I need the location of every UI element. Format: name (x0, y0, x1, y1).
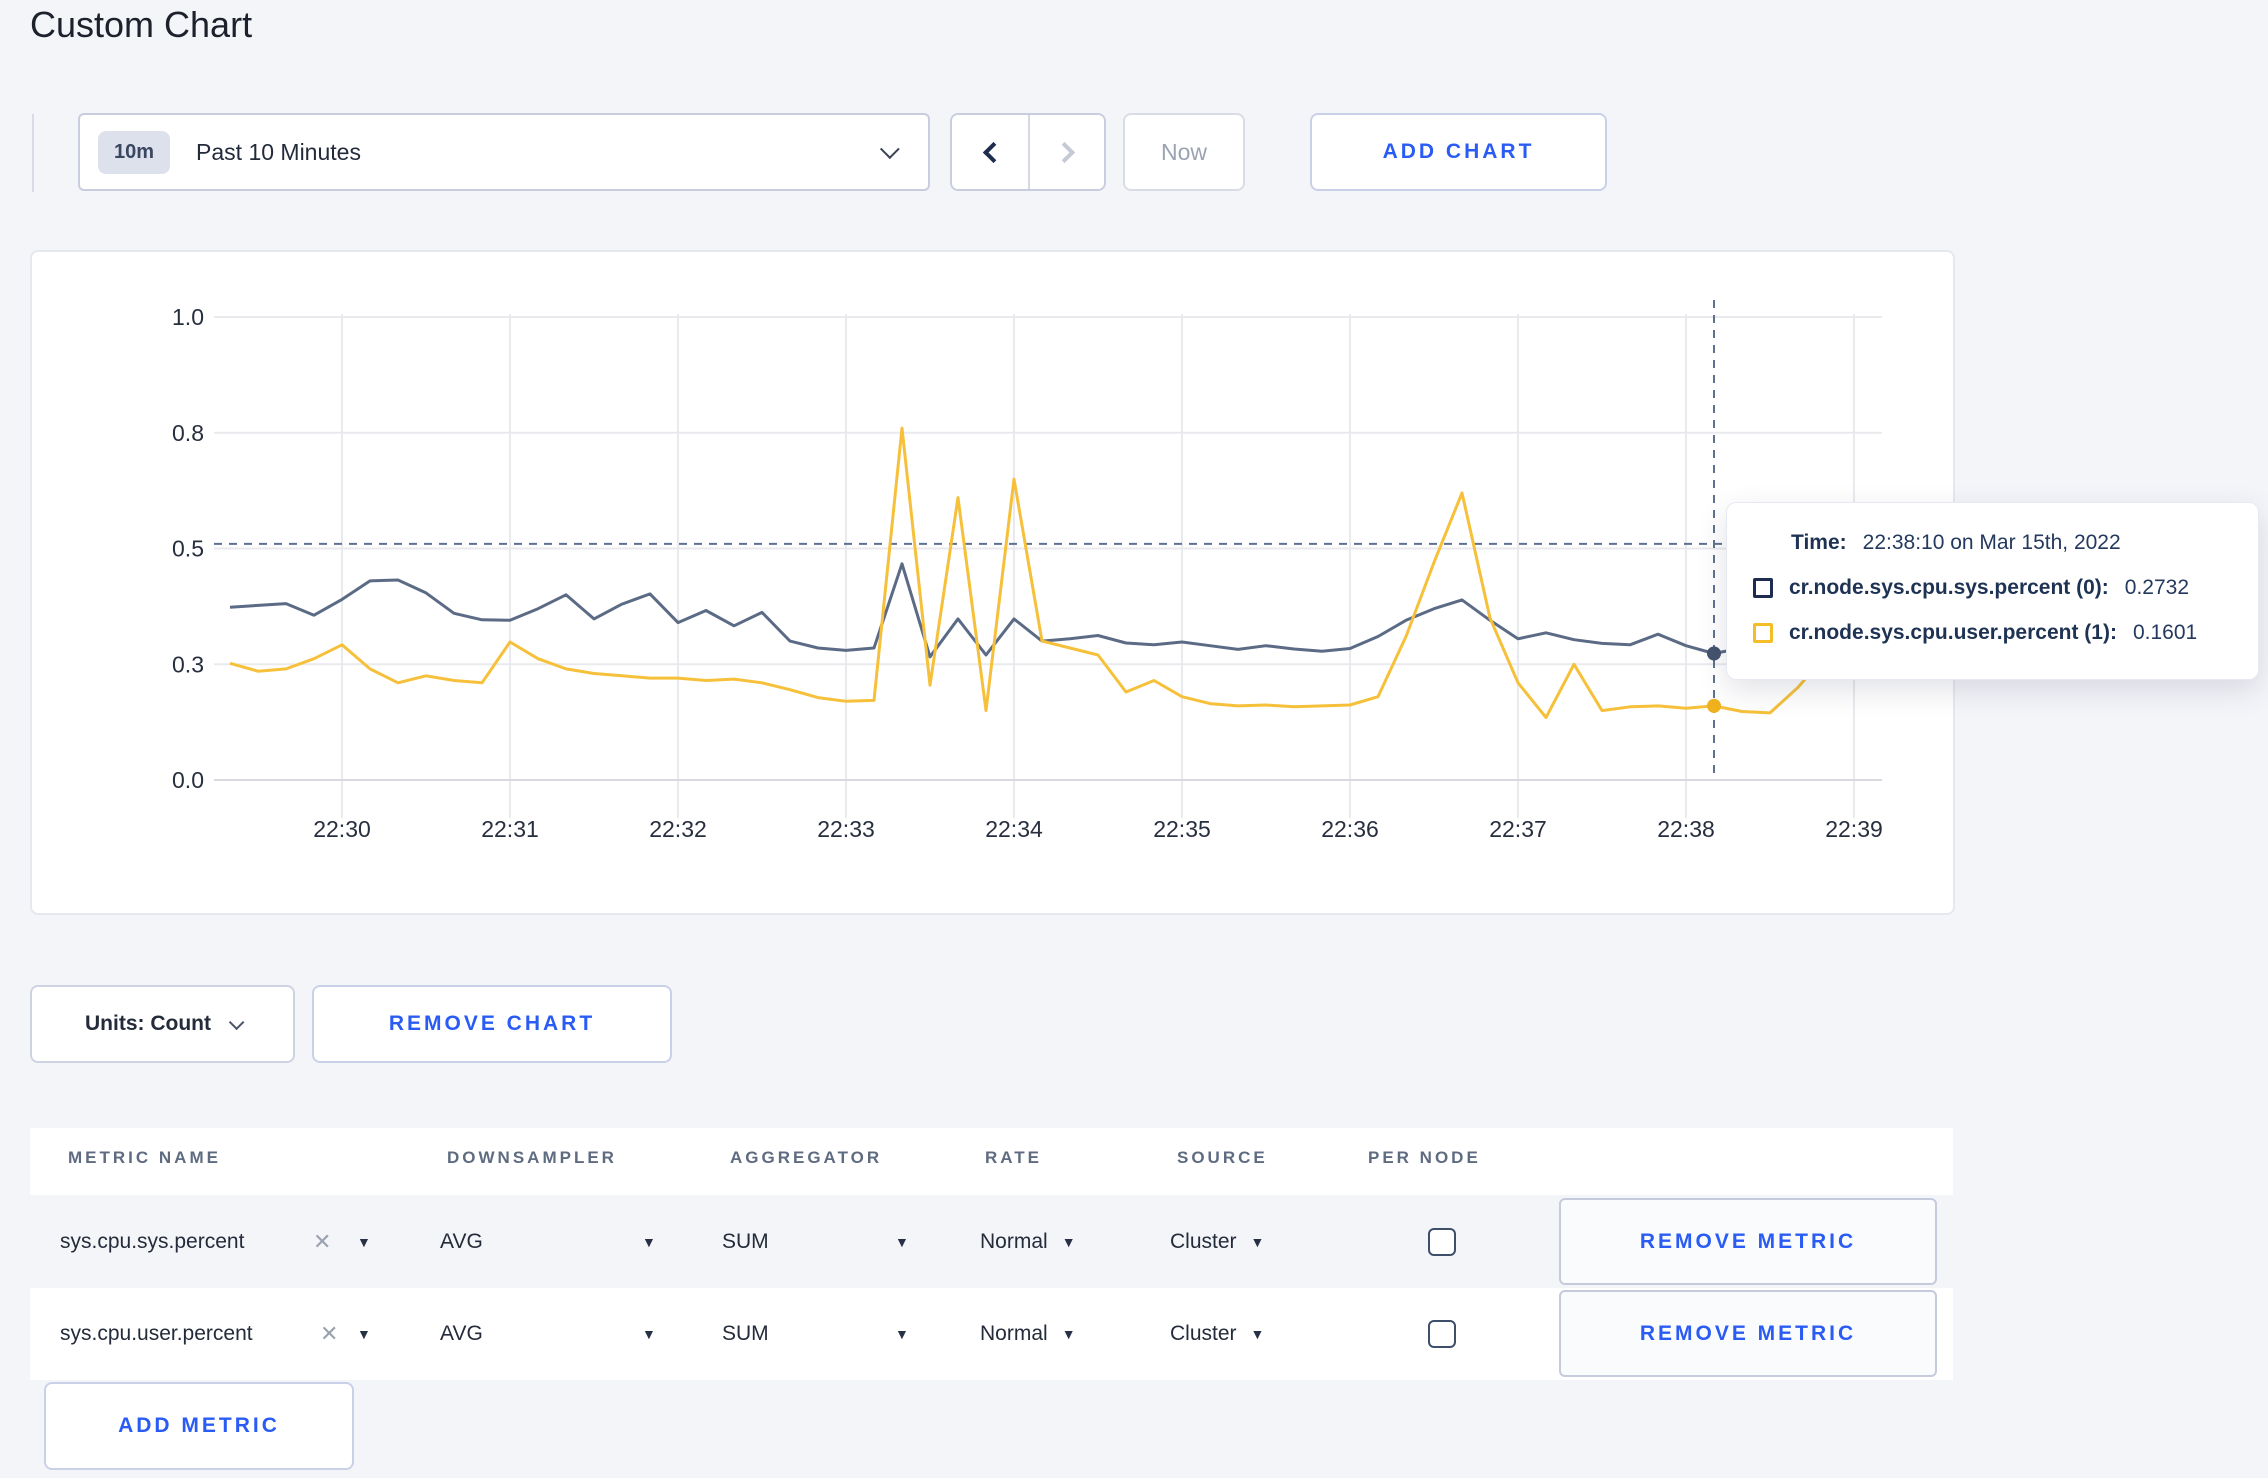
toolbar-divider (32, 114, 34, 192)
time-range-label: Past 10 Minutes (196, 138, 361, 165)
metric-name-dropdown[interactable]: sys.cpu.sys.percent (60, 1230, 244, 1254)
svg-text:22:31: 22:31 (481, 816, 539, 842)
col-source: SOURCE (1177, 1148, 1268, 1167)
user-series-swatch-icon (1753, 623, 1773, 643)
caret-down-icon[interactable]: ▼ (642, 1326, 656, 1342)
downsampler-dropdown[interactable]: AVG (440, 1230, 483, 1254)
chevron-left-icon (982, 141, 1004, 163)
sys-series-swatch-icon (1753, 578, 1773, 598)
page-title: Custom Chart (30, 4, 253, 45)
caret-down-icon[interactable]: ▼ (357, 1234, 371, 1250)
metrics-table: METRIC NAME DOWNSAMPLER AGGREGATOR RATE … (30, 1128, 1953, 1380)
time-nav-group (950, 113, 1106, 191)
caret-down-icon: ▼ (1061, 1326, 1076, 1342)
svg-text:22:36: 22:36 (1321, 816, 1379, 842)
svg-text:22:30: 22:30 (313, 816, 371, 842)
svg-text:0.0: 0.0 (172, 767, 204, 793)
add-metric-button[interactable]: ADD METRIC (44, 1382, 354, 1470)
tooltip-time-label: Time: (1791, 531, 1847, 554)
metrics-table-header: METRIC NAME DOWNSAMPLER AGGREGATOR RATE … (30, 1128, 1953, 1195)
aggregator-value: SUM (722, 1322, 769, 1345)
svg-text:1.0: 1.0 (172, 304, 204, 330)
svg-text:0.8: 0.8 (172, 420, 204, 446)
time-range-dropdown[interactable]: 10m Past 10 Minutes (78, 113, 930, 191)
prev-time-button[interactable] (952, 115, 1028, 189)
remove-metric-button[interactable]: REMOVE METRIC (1559, 1290, 1937, 1377)
svg-text:0.3: 0.3 (172, 651, 204, 677)
col-metric-name: METRIC NAME (68, 1148, 221, 1167)
remove-chart-button[interactable]: REMOVE CHART (312, 985, 672, 1063)
add-chart-button[interactable]: ADD CHART (1310, 113, 1607, 191)
tooltip-series-name: cr.node.sys.cpu.sys.percent (0): (1789, 576, 2109, 599)
col-downsampler: DOWNSAMPLER (447, 1148, 617, 1167)
metric-row: sys.cpu.sys.percent ✕ ▼ AVG ▼ SUM ▼ Norm… (30, 1195, 1953, 1288)
remove-metric-button[interactable]: REMOVE METRIC (1559, 1198, 1937, 1285)
rate-value: Normal (980, 1322, 1048, 1345)
time-range-badge: 10m (98, 130, 171, 174)
chart-card: 22:30 22:31 22:32 22:33 22:34 22:35 22:36 22:37… (30, 250, 1955, 915)
aggregator-dropdown[interactable]: SUM (722, 1230, 769, 1254)
clear-metric-icon[interactable]: ✕ (320, 1321, 338, 1347)
downsampler-value: AVG (440, 1229, 483, 1253)
col-per-node: PER NODE (1368, 1148, 1481, 1167)
per-node-checkbox[interactable] (1428, 1227, 1456, 1256)
source-dropdown[interactable]: Cluster ▼ (1170, 1322, 1264, 1346)
svg-text:22:33: 22:33 (817, 816, 875, 842)
caret-down-icon[interactable]: ▼ (642, 1234, 656, 1250)
chevron-right-icon (1053, 141, 1075, 163)
chevron-down-icon (879, 139, 900, 160)
metric-name: sys.cpu.user.percent (60, 1322, 253, 1345)
caret-down-icon: ▼ (1250, 1233, 1265, 1250)
col-rate: RATE (985, 1148, 1043, 1167)
now-button[interactable]: Now (1123, 113, 1245, 191)
svg-text:22:35: 22:35 (1153, 816, 1211, 842)
per-node-checkbox[interactable] (1428, 1320, 1456, 1348)
units-label: Units: Count (85, 1012, 211, 1035)
downsampler-value: AVG (440, 1322, 483, 1345)
tooltip-series-value: 0.2732 (2124, 576, 2190, 599)
chart-tooltip: Time: 22:38:10 on Mar 15th, 2022 cr.node… (1726, 502, 2259, 680)
rate-dropdown[interactable]: Normal ▼ (980, 1230, 1076, 1254)
metric-row: sys.cpu.user.percent ✕ ▼ AVG ▼ SUM ▼ Nor… (30, 1288, 1953, 1380)
svg-text:22:38: 22:38 (1657, 816, 1715, 842)
aggregator-dropdown[interactable]: SUM (722, 1322, 769, 1346)
caret-down-icon[interactable]: ▼ (895, 1234, 909, 1250)
metric-name-dropdown[interactable]: sys.cpu.user.percent (60, 1322, 253, 1346)
caret-down-icon[interactable]: ▼ (357, 1326, 371, 1342)
clear-metric-icon[interactable]: ✕ (313, 1229, 331, 1255)
tooltip-series-value: 0.1601 (2132, 621, 2198, 644)
caret-down-icon[interactable]: ▼ (895, 1326, 909, 1342)
svg-text:22:32: 22:32 (649, 816, 707, 842)
svg-text:22:37: 22:37 (1489, 816, 1547, 842)
next-time-button[interactable] (1028, 115, 1104, 189)
units-dropdown[interactable]: Units: Count (30, 985, 295, 1063)
tooltip-series-name: cr.node.sys.cpu.user.percent (1): (1789, 621, 2117, 644)
chevron-down-icon (228, 1014, 245, 1030)
caret-down-icon: ▼ (1061, 1233, 1076, 1250)
source-dropdown[interactable]: Cluster ▼ (1170, 1230, 1264, 1254)
aggregator-value: SUM (722, 1229, 769, 1253)
downsampler-dropdown[interactable]: AVG (440, 1322, 483, 1346)
col-aggregator: AGGREGATOR (730, 1148, 883, 1167)
caret-down-icon: ▼ (1250, 1326, 1265, 1342)
svg-text:22:34: 22:34 (985, 816, 1043, 842)
rate-value: Normal (980, 1229, 1048, 1253)
source-value: Cluster (1170, 1229, 1237, 1253)
rate-dropdown[interactable]: Normal ▼ (980, 1322, 1076, 1346)
metric-name: sys.cpu.sys.percent (60, 1229, 245, 1253)
source-value: Cluster (1170, 1322, 1237, 1345)
svg-text:0.5: 0.5 (172, 536, 204, 562)
svg-text:22:39: 22:39 (1825, 816, 1883, 842)
tooltip-time-value: 22:38:10 on Mar 15th, 2022 (1862, 531, 2121, 554)
